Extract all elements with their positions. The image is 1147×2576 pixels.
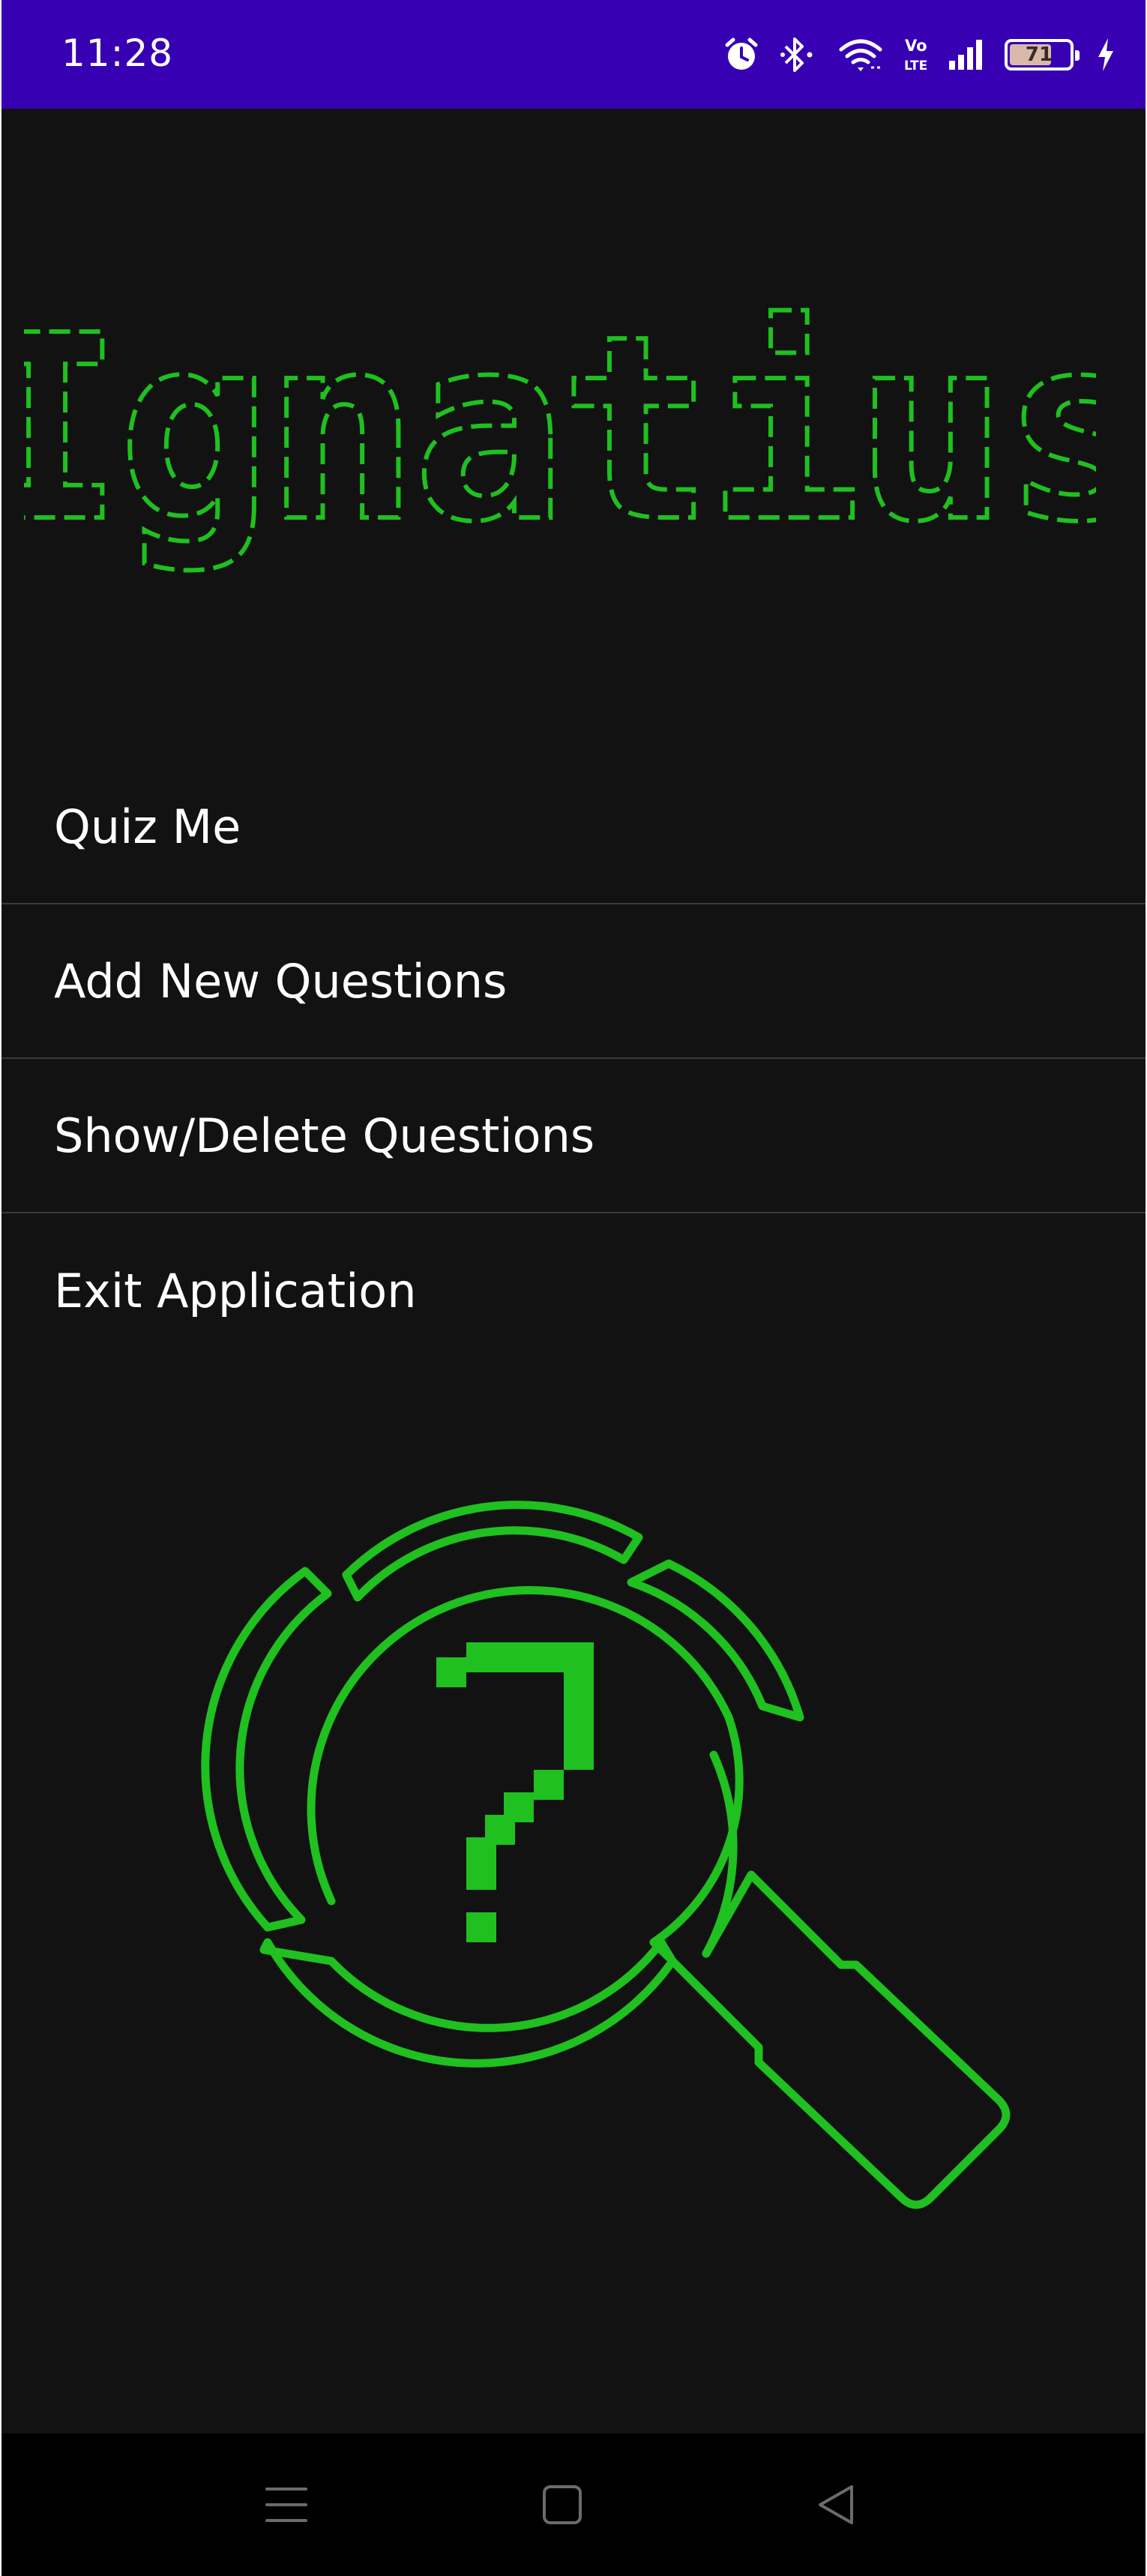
menu-item-exit-application[interactable]: Exit Application (1, 1213, 1146, 1368)
menu-item-show-delete-questions[interactable]: Show/Delete Questions (1, 1059, 1146, 1213)
charging-icon (1096, 37, 1116, 73)
menu-item-add-new-questions[interactable]: Add New Questions (1, 904, 1146, 1059)
menu-item-label: Exit Application (54, 1263, 417, 1318)
wifi-icon (838, 36, 883, 73)
magnifier-question-icon (181, 1492, 1036, 2332)
menu-item-quiz-me[interactable]: Quiz Me (1, 750, 1146, 904)
menu-item-label: Quiz Me (54, 799, 241, 854)
svg-text:LTE: LTE (904, 58, 927, 73)
navigation-bar (1, 2434, 1146, 2576)
menu-item-label: Add New Questions (54, 953, 508, 1009)
logo-text: Ignatius (24, 281, 1096, 578)
volte-icon: Vo LTE (903, 34, 928, 75)
svg-text:Vo: Vo (905, 37, 927, 55)
menu-item-label: Show/Delete Questions (54, 1108, 595, 1163)
signal-icon (948, 38, 985, 71)
recents-icon[interactable] (245, 2464, 328, 2546)
app-logo: Ignatius (1, 240, 1146, 690)
back-icon[interactable] (795, 2464, 877, 2546)
status-icons: Vo LTE 71 (723, 28, 1116, 81)
status-time: 11:28 (61, 31, 174, 75)
status-bar: 11:28 Vo LTE 71 (1, 0, 1146, 109)
app-screen: 11:28 Vo LTE 71 Ignatius Quiz Me Add New… (1, 0, 1146, 2576)
home-icon[interactable] (521, 2464, 603, 2546)
battery-icon: 71 (1005, 39, 1080, 70)
alarm-icon (723, 36, 760, 73)
battery-level: 71 (1025, 43, 1053, 66)
main-menu: Quiz Me Add New Questions Show/Delete Qu… (1, 750, 1146, 1368)
bluetooth-icon (780, 35, 819, 74)
